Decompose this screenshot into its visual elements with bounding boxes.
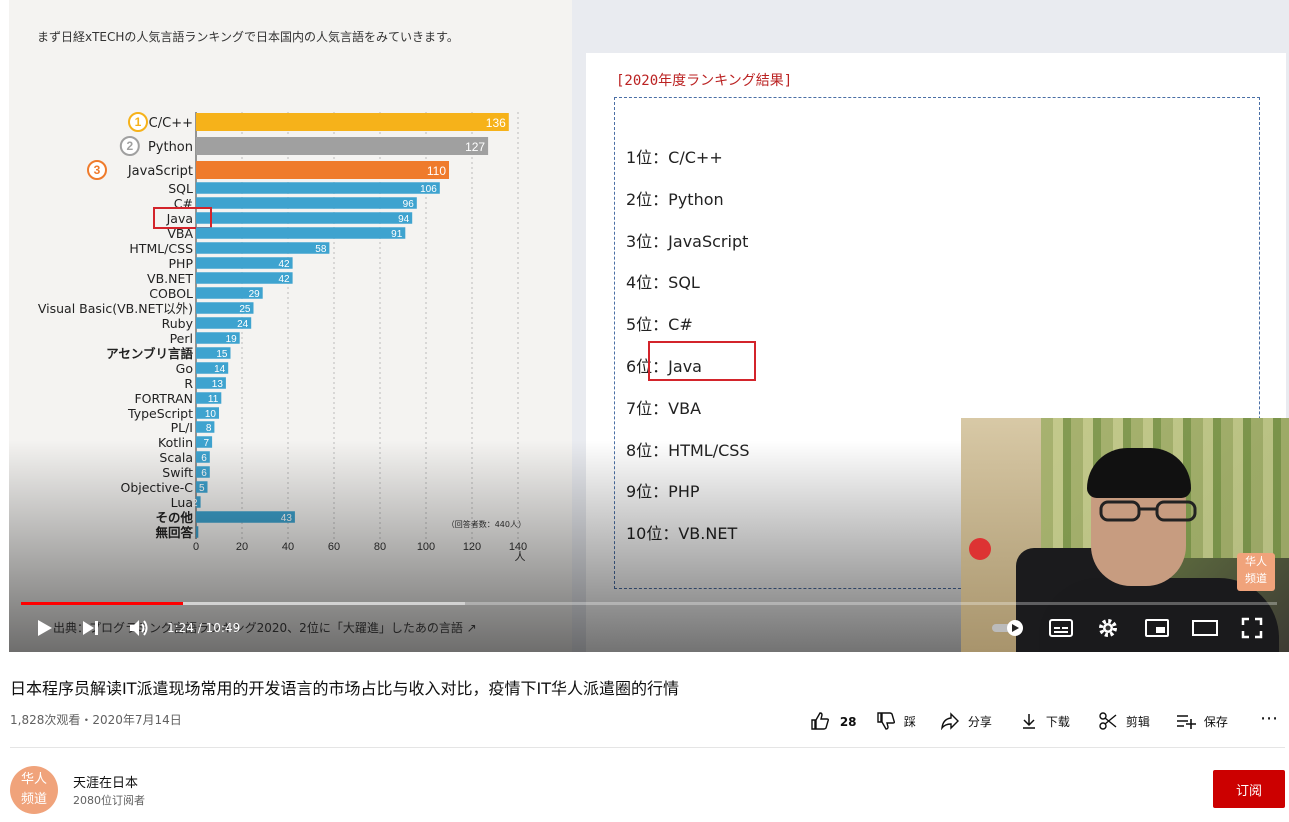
rank-badge-label: 1 xyxy=(135,115,142,129)
ranking-highlight-box xyxy=(648,341,756,381)
data-label: 94 xyxy=(398,214,410,225)
like-count: 28 xyxy=(839,715,857,729)
views-date: 1,828次观看・2020年7月14日 xyxy=(10,713,182,727)
category-label: VBA xyxy=(167,226,193,241)
avatar[interactable]: 华人 频道 xyxy=(10,766,58,814)
category-label: Python xyxy=(148,140,193,155)
subscribe-button[interactable]: 订阅 xyxy=(1213,770,1285,808)
bar xyxy=(196,197,417,209)
bar xyxy=(196,161,449,179)
ranking-item: 4位：SQL xyxy=(626,273,700,293)
dislike-button[interactable]: 踩 xyxy=(876,712,916,730)
bar xyxy=(196,212,413,224)
category-label: アセンブリ言語 xyxy=(106,346,193,361)
glasses-icon xyxy=(1099,500,1197,522)
thumb-up-icon xyxy=(811,712,830,730)
download-icon xyxy=(1023,714,1035,729)
category-label: PHP xyxy=(169,256,194,271)
ranking-item: 7位：VBA xyxy=(626,398,702,418)
ranking-item: 3位：JavaScript xyxy=(626,231,749,251)
miniplayer-icon[interactable] xyxy=(1145,618,1169,638)
gear-icon[interactable] xyxy=(1097,617,1119,639)
fullscreen-icon[interactable] xyxy=(1241,617,1263,639)
video-title: 日本程序员解读IT派遣现场常用的开发语言的市场占比与收入对比，疫情下IT华人派遣… xyxy=(10,679,679,698)
data-label: 91 xyxy=(391,229,403,240)
data-label: 13 xyxy=(212,379,224,390)
data-label: 58 xyxy=(315,244,327,255)
volume-icon[interactable] xyxy=(127,617,151,639)
rank-badge-label: 2 xyxy=(126,139,133,153)
ranking-item: 2位：Python xyxy=(626,189,724,209)
bar xyxy=(196,113,509,131)
source-link[interactable]: 出典：プログラミング言語ランキング2020、2位に「大躍進」したあの言語 ↗ xyxy=(53,619,477,636)
scissors-icon xyxy=(1099,712,1117,730)
data-label: 127 xyxy=(465,140,485,154)
data-label: 10 xyxy=(205,409,217,420)
category-label: Java xyxy=(166,211,193,226)
data-label: 110 xyxy=(427,164,446,178)
data-label: 14 xyxy=(214,364,226,375)
category-label: FORTRAN xyxy=(134,391,193,406)
data-label: 42 xyxy=(278,259,290,270)
category-label: HTML/CSS xyxy=(129,241,193,256)
channel-watermark: 华人 频道 xyxy=(1237,553,1275,591)
divider xyxy=(10,747,1285,748)
presenter-camera: 华人 频道 xyxy=(961,418,1289,652)
category-label: R xyxy=(184,376,193,391)
more-icon[interactable]: ⋯ xyxy=(1260,708,1278,729)
download-button[interactable]: 下载 xyxy=(1020,712,1070,730)
save-button[interactable]: 保存 xyxy=(1176,712,1228,730)
clip-button[interactable]: 剪辑 xyxy=(1098,712,1150,730)
bar xyxy=(196,137,489,155)
category-label: JavaScript xyxy=(127,164,193,179)
data-label: 96 xyxy=(403,199,415,210)
category-label: Go xyxy=(176,361,193,376)
data-label: 42 xyxy=(278,274,290,285)
bar xyxy=(196,182,440,194)
data-label: 15 xyxy=(216,349,228,360)
category-label: SQL xyxy=(168,181,193,196)
presenter-hair xyxy=(1087,448,1191,498)
ranking-title: [2020年度ランキング結果] xyxy=(616,73,793,89)
share-button[interactable]: 分享 xyxy=(940,712,992,731)
like-button[interactable]: 28 xyxy=(810,712,857,730)
autoplay-toggle-icon[interactable] xyxy=(991,619,1027,637)
category-label: Visual Basic(VB.NET以外) xyxy=(38,301,193,316)
data-label: 11 xyxy=(208,394,219,405)
time-display: 1:24 / 10:49 xyxy=(167,621,241,635)
category-label: Perl xyxy=(170,331,193,346)
category-label: PL/I xyxy=(171,420,193,435)
data-label: 8 xyxy=(206,423,212,434)
category-label: Ruby xyxy=(162,316,194,331)
thumb-down-icon xyxy=(877,712,896,730)
category-label: C/C++ xyxy=(149,116,193,131)
flower xyxy=(969,538,991,560)
category-label: TypeScript xyxy=(127,406,193,421)
next-icon[interactable] xyxy=(79,617,101,639)
subtitles-icon[interactable] xyxy=(1049,618,1073,638)
ranking-item: 5位：C# xyxy=(626,315,693,335)
progress-played xyxy=(21,602,183,605)
ranking-item: 1位：C/C++ xyxy=(626,148,723,167)
theater-icon[interactable] xyxy=(1192,618,1218,638)
data-label: 25 xyxy=(239,304,251,315)
bar xyxy=(196,227,406,239)
data-label: 136 xyxy=(486,116,506,130)
category-label: VB.NET xyxy=(147,271,193,286)
data-label: 24 xyxy=(237,319,249,330)
video-player[interactable]: まず日経xTECHの人気言語ランキングで日本国内の人気言語をみていきます。 02… xyxy=(9,0,1289,652)
channel-name[interactable]: 天涯在日本 xyxy=(73,772,138,791)
data-label: 106 xyxy=(420,184,437,195)
subscriber-count: 2080位订阅者 xyxy=(73,794,145,807)
playlist-add-icon xyxy=(1177,715,1196,729)
share-icon xyxy=(941,712,959,731)
data-label: 29 xyxy=(249,289,261,300)
data-label: 19 xyxy=(226,334,238,345)
rank-badge-label: 3 xyxy=(94,163,101,177)
bar xyxy=(196,242,330,254)
category-label: COBOL xyxy=(149,286,193,301)
play-icon[interactable] xyxy=(33,617,55,639)
